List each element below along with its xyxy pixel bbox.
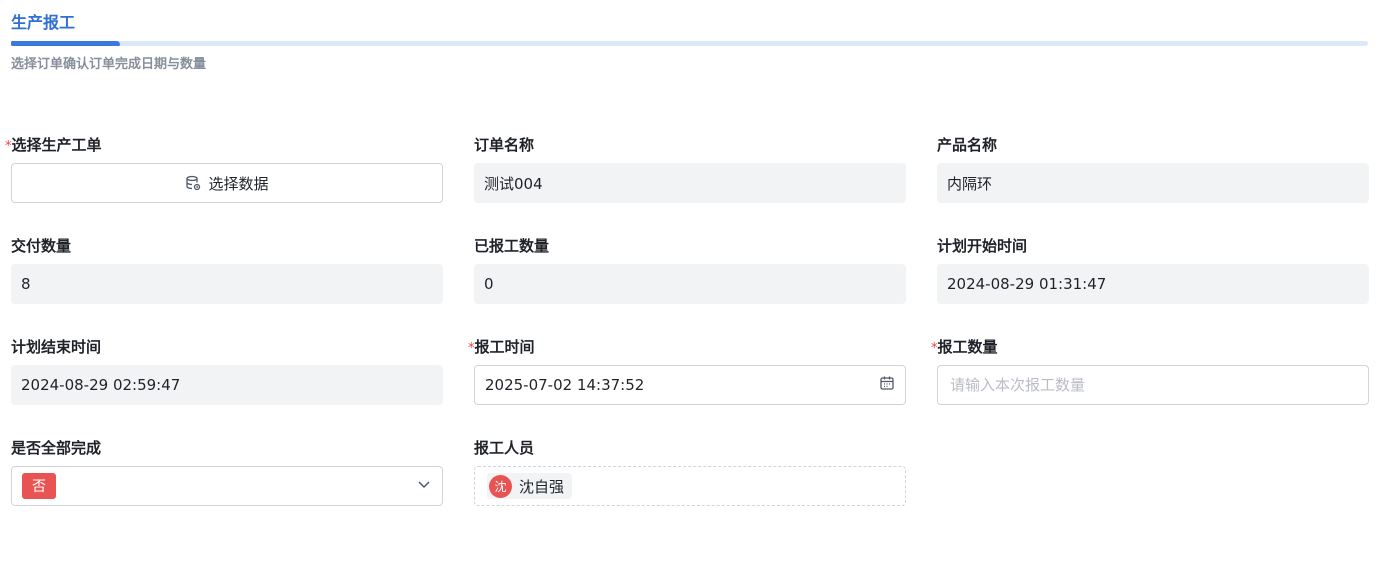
field-label: *报工时间 [468, 338, 535, 356]
avatar: 沈 [489, 474, 512, 498]
field-order-name: 订单名称 测试004 [474, 133, 906, 213]
field-label: 订单名称 [474, 136, 535, 154]
page-header: 生产报工 选择订单确认订单完成日期与数量 [11, 12, 1368, 74]
field-label: 产品名称 [937, 136, 998, 154]
field-delivery-qty: 交付数量 8 [11, 234, 443, 314]
field-reported-qty: 已报工数量 0 [474, 234, 906, 314]
field-label: 已报工数量 [474, 237, 550, 255]
field-label: 交付数量 [11, 237, 72, 255]
field-label: 计划开始时间 [937, 237, 1028, 255]
select-data-button-label: 选择数据 [208, 174, 269, 193]
person-name: 沈自强 [519, 477, 565, 496]
database-icon [185, 175, 201, 191]
person-chip[interactable]: 沈 沈自强 [487, 473, 573, 499]
field-report-qty: *报工数量 [931, 335, 1369, 415]
field-label: *报工数量 [931, 338, 998, 356]
reported-qty-value: 0 [474, 264, 906, 304]
plan-end-value: 2024-08-29 02:59:47 [11, 365, 443, 405]
report-time-value: 2025-07-02 14:37:52 [485, 376, 645, 394]
product-name-value: 内隔环 [937, 163, 1369, 203]
page-title: 生产报工 [11, 13, 76, 32]
report-qty-input[interactable] [948, 375, 1358, 395]
field-reporter: 报工人员 沈 沈自强 [474, 436, 906, 516]
field-report-time: *报工时间 2025-07-02 14:37:52 [468, 335, 906, 415]
order-name-value: 测试004 [474, 163, 906, 203]
selected-tag-no: 否 [22, 473, 56, 499]
field-label: 计划结束时间 [11, 338, 102, 356]
reporter-picker[interactable]: 沈 沈自强 [474, 466, 906, 506]
plan-start-value: 2024-08-29 01:31:47 [937, 264, 1369, 304]
report-time-picker[interactable]: 2025-07-02 14:37:52 [474, 365, 906, 405]
report-qty-field[interactable] [937, 365, 1369, 405]
delivery-qty-value: 8 [11, 264, 443, 304]
calendar-icon[interactable] [879, 375, 895, 395]
field-plan-start: 计划开始时间 2024-08-29 01:31:47 [937, 234, 1369, 314]
field-label: *选择生产工单 [5, 136, 102, 154]
select-data-button[interactable]: 选择数据 [11, 163, 443, 203]
step-progress-fill [11, 41, 120, 46]
report-form: *选择生产工单 选择数据 订单名称 测试004 产品名称 内隔环 交付数量 8 … [5, 133, 1369, 516]
page-subtitle: 选择订单确认订单完成日期与数量 [11, 57, 207, 72]
step-progress-bar [11, 41, 1368, 46]
chevron-down-icon[interactable] [416, 476, 432, 496]
field-plan-end: 计划结束时间 2024-08-29 02:59:47 [11, 335, 443, 415]
field-order-select: *选择生产工单 选择数据 [5, 133, 443, 213]
field-label: 报工人员 [474, 439, 535, 457]
field-product-name: 产品名称 内隔环 [937, 133, 1369, 213]
all-complete-select[interactable]: 否 [11, 466, 443, 506]
field-all-complete: 是否全部完成 否 [11, 436, 443, 516]
field-label: 是否全部完成 [11, 439, 102, 457]
